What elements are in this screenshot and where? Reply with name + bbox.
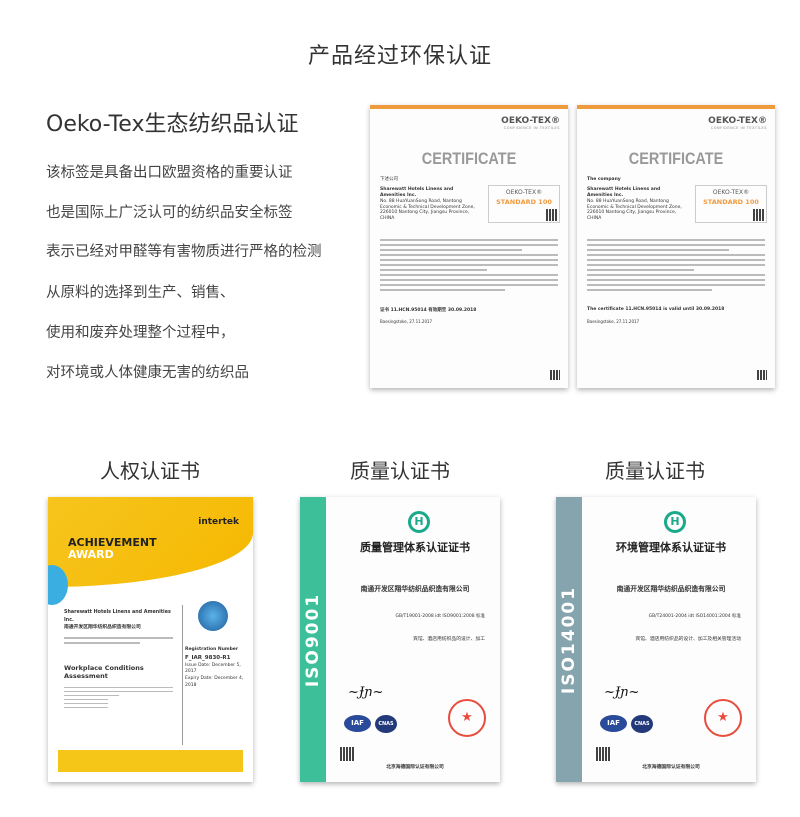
cert-intro: 下述公司 bbox=[380, 177, 398, 182]
company-name: Sharewatt Hotels Linens and Amenities In… bbox=[380, 187, 454, 198]
company-name: 南通开发区翔华纺织品织造有限公司 bbox=[360, 585, 470, 593]
validity: The certificate 11.HCN.95014 is valid un… bbox=[587, 307, 725, 312]
oeko-tagline: CONFIDENCE IN TEXTILES bbox=[503, 126, 560, 130]
oeko-certificate-cn: OEKO-TEX® CONFIDENCE IN TEXTILES CERTIFIC… bbox=[370, 105, 568, 388]
scope: 宾馆、酒店用纺织品的设计、加工 bbox=[413, 637, 485, 642]
expiry-date: Expiry Date: December 4, 2018 bbox=[185, 676, 244, 688]
section-heading-human-rights: 人权认证书 bbox=[100, 459, 200, 483]
oeko-brand: OEKO-TEX® bbox=[708, 116, 767, 126]
cert-title: 环境管理体系认证证书 bbox=[616, 541, 726, 554]
oeko-heading: Oeko-Tex生态纺织品认证 bbox=[46, 112, 299, 137]
oeko-tagline: CONFIDENCE IN TEXTILES bbox=[710, 126, 767, 130]
box-brand: OEKO-TEX® bbox=[712, 189, 750, 196]
divider bbox=[182, 605, 183, 745]
standard: GB/T19001-2008 idt ISO9001:2008 标准 bbox=[395, 614, 485, 619]
red-seal-icon: ★ bbox=[704, 699, 742, 737]
box-standard: STANDARD 100 bbox=[496, 198, 552, 206]
company-name: 南通开发区翔华纺织品织造有限公司 bbox=[616, 585, 726, 593]
oeko-desc-line: 表示已经对甲醛等有害物质进行严格的检测 bbox=[46, 244, 322, 260]
section-heading-quality-2: 质量认证书 bbox=[605, 459, 705, 483]
certificate-title: CERTIFICATE bbox=[628, 149, 724, 168]
iso9001-certificate: ISO9001 H 质量管理体系认证证书 南通开发区翔华纺织品织造有限公司 GB… bbox=[300, 497, 500, 782]
iso-band-label: ISO9001 bbox=[303, 592, 323, 687]
iso-band-label: ISO14001 bbox=[559, 585, 579, 694]
signature-icon: ~Ɉɲ~ bbox=[348, 685, 384, 700]
award-title: ACHIEVEMENT bbox=[68, 536, 157, 549]
qr-code-icon bbox=[753, 209, 765, 221]
cnas-logo: CNAS bbox=[375, 715, 397, 733]
reg-number: F_IAR_9830-R1 bbox=[185, 654, 231, 661]
issue-date: Baesingstoke, 27.11.2017 bbox=[587, 319, 640, 324]
achievement-award-certificate: intertek ACHIEVEMENT AWARD Sharewatt Hot… bbox=[48, 497, 253, 782]
company-name: Sharewatt Hotels Linens and Amenities In… bbox=[64, 610, 171, 623]
issue-date: Baesingstoke, 27.11.2017 bbox=[380, 319, 433, 324]
assessment-title: Workplace Conditions Assessment bbox=[64, 664, 144, 680]
issuing-org: 北京海德国际认证有限公司 bbox=[386, 765, 444, 770]
validity: 证书 11.HCN.95014 有效期至 30.09.2018 bbox=[380, 308, 477, 313]
iaf-logo: IAF bbox=[600, 715, 627, 732]
cert-body-logo-icon: H bbox=[408, 511, 430, 533]
iso14001-certificate: ISO14001 H 环境管理体系认证证书 南通开发区翔华纺织品织造有限公司 G… bbox=[556, 497, 756, 782]
oeko-desc-line: 也是国际上广泛认可的纺织品安全标签 bbox=[46, 205, 293, 221]
cert-body-logo-icon: H bbox=[664, 511, 686, 533]
body-text bbox=[380, 239, 558, 294]
signature-icon: ~Ɉɲ~ bbox=[604, 685, 640, 700]
issue-date: Issue Date: December 5, 2017 bbox=[185, 662, 241, 675]
qr-code-icon bbox=[546, 209, 558, 221]
oeko-certificate-en: OEKO-TEX® CONFIDENCE IN TEXTILES CERTIFIC… bbox=[577, 105, 775, 388]
intertek-logo: intertek bbox=[198, 517, 239, 527]
cert-title: 质量管理体系认证证书 bbox=[360, 541, 470, 554]
iaf-logo: IAF bbox=[344, 715, 371, 732]
issuing-org: 北京海德国际认证有限公司 bbox=[642, 765, 700, 770]
box-brand: OEKO-TEX® bbox=[505, 189, 543, 196]
page-title: 产品经过环保认证 bbox=[307, 44, 492, 69]
wca-globe-icon bbox=[198, 601, 228, 631]
company-name-cn: 南通开发区翔华纺织品织造有限公司 bbox=[64, 625, 141, 631]
qr-code-icon bbox=[340, 747, 354, 761]
oeko-brand: OEKO-TEX® bbox=[501, 116, 560, 126]
qr-code-icon bbox=[550, 370, 560, 380]
scope: 宾馆、酒店用纺织品的设计、加工及相关管理活动 bbox=[635, 637, 741, 642]
oeko-desc-line: 从原料的选择到生产、销售、 bbox=[46, 285, 235, 301]
standard: GB/T24001-2004 idt ISO14001:2004 标准 bbox=[648, 614, 741, 619]
certificate-title: CERTIFICATE bbox=[421, 149, 517, 168]
oeko-desc-line: 对环境或人体健康无害的纺织品 bbox=[46, 365, 249, 381]
oeko-desc-line: 该标签是具备出口欧盟资格的重要认证 bbox=[46, 165, 293, 181]
yellow-footer bbox=[58, 750, 243, 772]
qr-code-icon bbox=[596, 747, 610, 761]
company-name: Sharewatt Hotels Linens and Amenities In… bbox=[587, 187, 661, 198]
iso-band: ISO9001 bbox=[300, 497, 326, 782]
body-text bbox=[587, 239, 765, 294]
reg-label: Registration Number bbox=[185, 647, 239, 652]
box-standard: STANDARD 100 bbox=[703, 198, 759, 206]
company-address: No. 88 HuaYuanSong Road, Nantong Economi… bbox=[587, 198, 682, 222]
qr-code-icon bbox=[757, 370, 767, 380]
cnas-logo: CNAS bbox=[631, 715, 653, 733]
iso-band: ISO14001 bbox=[556, 497, 582, 782]
red-seal-icon: ★ bbox=[448, 699, 486, 737]
section-heading-quality: 质量认证书 bbox=[350, 459, 450, 483]
company-address: No. 88 HuaYuanSong Road, Nantong Economi… bbox=[380, 198, 475, 222]
registration-info: Registration Number F_IAR_9830-R1 Issue Da… bbox=[185, 647, 245, 690]
award-subtitle: AWARD bbox=[68, 548, 114, 561]
oeko-desc-line: 使用和废弃处理整个过程中， bbox=[46, 325, 235, 341]
cert-intro: The company bbox=[587, 177, 621, 182]
